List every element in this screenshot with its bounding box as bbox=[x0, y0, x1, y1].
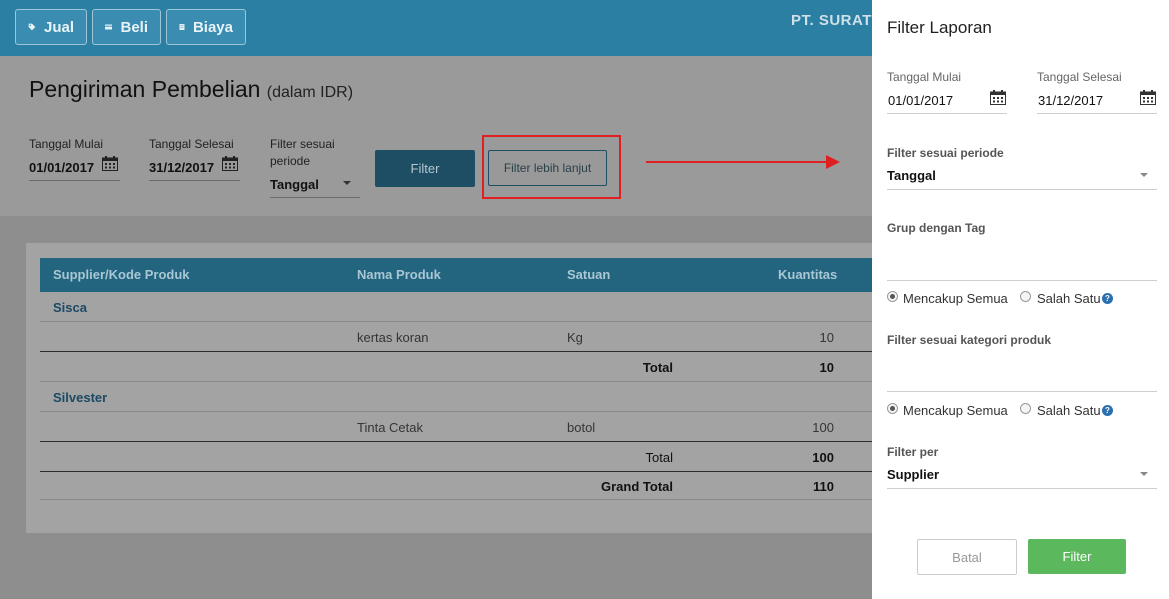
panel-start-date-label: Tanggal Mulai bbox=[887, 70, 962, 84]
panel-start-date-underline bbox=[887, 113, 1007, 114]
period-label-line2: periode bbox=[270, 154, 311, 168]
tag-match-all-label[interactable]: Mencakup Semua bbox=[903, 291, 1008, 306]
help-icon[interactable]: ? bbox=[1102, 405, 1113, 416]
subtotal-label: Total bbox=[642, 360, 673, 375]
category-match-any-label[interactable]: Salah Satu bbox=[1037, 403, 1101, 418]
nav-jual-button[interactable]: Jual bbox=[15, 9, 87, 45]
nav-biaya-label: Biaya bbox=[192, 18, 233, 36]
column-header-unit[interactable]: Satuan bbox=[567, 267, 610, 282]
annotation-arrow-line bbox=[646, 161, 828, 163]
panel-end-date-underline bbox=[1037, 113, 1157, 114]
period-select[interactable]: Tanggal bbox=[270, 177, 319, 192]
tag-icon bbox=[28, 23, 36, 31]
start-date-input[interactable]: 01/01/2017 bbox=[29, 160, 94, 175]
annotation-highlight-box bbox=[482, 135, 621, 199]
product-name-cell[interactable]: Tinta Cetak bbox=[357, 420, 423, 435]
category-match-any-radio[interactable] bbox=[1020, 403, 1031, 414]
end-date-label: Tanggal Selesai bbox=[149, 137, 234, 151]
period-label-line1: Filter sesuai bbox=[270, 137, 335, 151]
panel-tag-label: Grup dengan Tag bbox=[887, 221, 986, 235]
nav-jual-label: Jual bbox=[43, 18, 74, 36]
supplier-group-name[interactable]: Silvester bbox=[53, 390, 107, 405]
panel-filter-per-label: Filter per bbox=[887, 445, 939, 459]
start-date-label: Tanggal Mulai bbox=[29, 137, 104, 151]
panel-filter-per-select[interactable]: Supplier bbox=[887, 467, 939, 482]
supplier-group-name[interactable]: Sisca bbox=[53, 300, 87, 315]
product-name-cell[interactable]: kertas koran bbox=[357, 330, 429, 345]
panel-period-label: Filter sesuai periode bbox=[887, 146, 1004, 160]
page-title: Pengiriman Pembelian (dalam IDR) bbox=[29, 76, 353, 103]
quantity-cell: 10 bbox=[819, 330, 834, 345]
apply-filter-button[interactable]: Filter bbox=[1028, 539, 1126, 574]
company-name: PT. SURAT bbox=[791, 12, 872, 29]
chevron-down-icon bbox=[1140, 173, 1148, 177]
panel-end-date-input[interactable]: 31/12/2017 bbox=[1038, 93, 1103, 108]
row-divider bbox=[40, 441, 872, 442]
filter-panel-title: Filter Laporan bbox=[887, 18, 992, 37]
panel-category-underline bbox=[887, 391, 1157, 392]
panel-category-label: Filter sesuai kategori produk bbox=[887, 333, 1052, 347]
calendar-icon[interactable] bbox=[102, 156, 118, 171]
nav-beli-label: Beli bbox=[120, 18, 148, 36]
subtotal-label: Total bbox=[645, 450, 673, 465]
page-title-text: Pengiriman Pembelian bbox=[29, 76, 261, 102]
calendar-icon[interactable] bbox=[222, 156, 238, 171]
panel-filter-per-underline bbox=[887, 488, 1157, 489]
row-divider bbox=[40, 381, 872, 382]
grand-total-value: 110 bbox=[813, 479, 834, 494]
filter-button[interactable]: Filter bbox=[375, 150, 475, 187]
column-header-product[interactable]: Nama Produk bbox=[357, 267, 441, 282]
column-header-quantity[interactable]: Kuantitas bbox=[778, 267, 837, 282]
category-match-all-radio[interactable] bbox=[887, 403, 898, 414]
category-match-all-label[interactable]: Mencakup Semua bbox=[903, 403, 1008, 418]
tag-match-any-radio[interactable] bbox=[1020, 291, 1031, 302]
unit-cell: botol bbox=[567, 420, 596, 435]
subtotal-value: 100 bbox=[812, 450, 834, 465]
row-divider bbox=[40, 321, 872, 322]
card-icon bbox=[105, 24, 113, 30]
panel-tag-input[interactable] bbox=[887, 254, 1157, 274]
tag-match-all-radio[interactable] bbox=[887, 291, 898, 302]
panel-period-select[interactable]: Tanggal bbox=[887, 168, 936, 183]
panel-end-date-label: Tanggal Selesai bbox=[1037, 70, 1122, 84]
end-date-underline bbox=[149, 180, 240, 181]
chevron-down-icon bbox=[1140, 472, 1148, 476]
tag-match-any-label[interactable]: Salah Satu bbox=[1037, 291, 1101, 306]
panel-period-underline bbox=[887, 189, 1157, 190]
calendar-icon[interactable] bbox=[990, 90, 1006, 105]
currency-note: (dalam IDR) bbox=[266, 84, 354, 101]
cancel-button[interactable]: Batal bbox=[917, 539, 1017, 575]
chevron-down-icon bbox=[343, 181, 351, 185]
panel-tag-underline bbox=[887, 280, 1157, 281]
unit-cell: Kg bbox=[567, 330, 583, 345]
help-icon[interactable]: ? bbox=[1102, 293, 1113, 304]
calendar-icon[interactable] bbox=[1140, 90, 1156, 105]
nav-biaya-button[interactable]: Biaya bbox=[166, 9, 246, 45]
period-underline bbox=[270, 197, 360, 198]
end-date-input[interactable]: 31/12/2017 bbox=[149, 160, 214, 175]
annotation-arrow-head bbox=[826, 155, 840, 169]
panel-category-input[interactable] bbox=[887, 365, 1157, 385]
quantity-cell: 100 bbox=[812, 420, 834, 435]
row-divider bbox=[40, 411, 872, 412]
start-date-underline bbox=[29, 180, 120, 181]
receipt-icon bbox=[179, 24, 185, 30]
row-divider bbox=[40, 351, 872, 352]
panel-start-date-input[interactable]: 01/01/2017 bbox=[888, 93, 953, 108]
row-divider bbox=[40, 471, 872, 472]
subtotal-value: 10 bbox=[819, 360, 834, 375]
nav-beli-button[interactable]: Beli bbox=[92, 9, 161, 45]
column-header-supplier[interactable]: Supplier/Kode Produk bbox=[53, 267, 190, 282]
grand-total-label: Grand Total bbox=[601, 479, 673, 494]
row-divider bbox=[40, 499, 872, 500]
